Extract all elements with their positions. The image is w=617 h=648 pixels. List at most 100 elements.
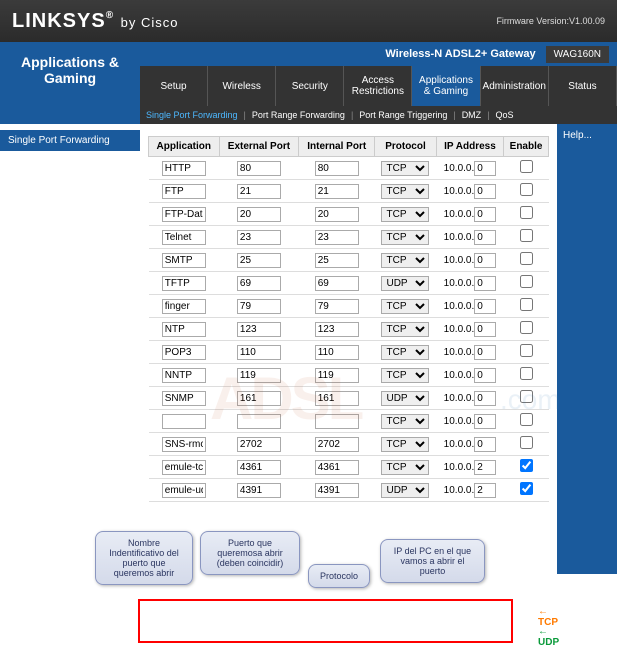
tab-applications-gaming[interactable]: Applications & Gaming [412, 66, 480, 106]
internal-port-input[interactable] [315, 207, 359, 222]
application-input[interactable] [162, 253, 206, 268]
external-port-input[interactable] [237, 414, 281, 429]
protocol-select[interactable]: TCP [381, 414, 429, 429]
external-port-input[interactable] [237, 299, 281, 314]
external-port-input[interactable] [237, 322, 281, 337]
subtab-port-range-forwarding[interactable]: Port Range Forwarding [252, 110, 345, 120]
ip-last-octet-input[interactable] [474, 322, 496, 337]
ip-last-octet-input[interactable] [474, 345, 496, 360]
ip-last-octet-input[interactable] [474, 276, 496, 291]
protocol-select[interactable]: UDP [381, 483, 429, 498]
internal-port-input[interactable] [315, 437, 359, 452]
application-input[interactable] [162, 483, 206, 498]
ip-last-octet-input[interactable] [474, 253, 496, 268]
enable-checkbox[interactable] [520, 459, 533, 472]
external-port-input[interactable] [237, 184, 281, 199]
internal-port-input[interactable] [315, 391, 359, 406]
enable-checkbox[interactable] [520, 413, 533, 426]
application-input[interactable] [162, 391, 206, 406]
internal-port-input[interactable] [315, 322, 359, 337]
application-input[interactable] [162, 161, 206, 176]
application-input[interactable] [162, 322, 206, 337]
ip-last-octet-input[interactable] [474, 161, 496, 176]
subtab-port-range-triggering[interactable]: Port Range Triggering [359, 110, 447, 120]
enable-checkbox[interactable] [520, 252, 533, 265]
enable-checkbox[interactable] [520, 436, 533, 449]
application-input[interactable] [162, 184, 206, 199]
protocol-select[interactable]: TCP [381, 184, 429, 199]
tab-status[interactable]: Status [549, 66, 617, 106]
help-panel[interactable]: Help... [557, 124, 617, 574]
protocol-select[interactable]: UDP [381, 276, 429, 291]
protocol-select[interactable]: TCP [381, 460, 429, 475]
subtab-single-port-forwarding[interactable]: Single Port Forwarding [146, 110, 238, 120]
ip-last-octet-input[interactable] [474, 391, 496, 406]
tab-access-restrictions[interactable]: Access Restrictions [344, 66, 412, 106]
enable-checkbox[interactable] [520, 275, 533, 288]
application-input[interactable] [162, 207, 206, 222]
tab-administration[interactable]: Administration [481, 66, 549, 106]
enable-checkbox[interactable] [520, 390, 533, 403]
ip-last-octet-input[interactable] [474, 299, 496, 314]
external-port-input[interactable] [237, 391, 281, 406]
protocol-select[interactable]: TCP [381, 161, 429, 176]
application-input[interactable] [162, 299, 206, 314]
ip-last-octet-input[interactable] [474, 230, 496, 245]
ip-last-octet-input[interactable] [474, 414, 496, 429]
protocol-select[interactable]: TCP [381, 345, 429, 360]
ip-last-octet-input[interactable] [474, 483, 496, 498]
internal-port-input[interactable] [315, 345, 359, 360]
external-port-input[interactable] [237, 460, 281, 475]
application-input[interactable] [162, 460, 206, 475]
tab-wireless[interactable]: Wireless [208, 66, 276, 106]
external-port-input[interactable] [237, 345, 281, 360]
protocol-select[interactable]: UDP [381, 391, 429, 406]
ip-last-octet-input[interactable] [474, 368, 496, 383]
internal-port-input[interactable] [315, 299, 359, 314]
external-port-input[interactable] [237, 276, 281, 291]
application-input[interactable] [162, 276, 206, 291]
enable-checkbox[interactable] [520, 321, 533, 334]
enable-checkbox[interactable] [520, 482, 533, 495]
ip-last-octet-input[interactable] [474, 184, 496, 199]
enable-checkbox[interactable] [520, 183, 533, 196]
external-port-input[interactable] [237, 483, 281, 498]
tab-security[interactable]: Security [276, 66, 344, 106]
enable-checkbox[interactable] [520, 344, 533, 357]
internal-port-input[interactable] [315, 161, 359, 176]
application-input[interactable] [162, 414, 206, 429]
application-input[interactable] [162, 368, 206, 383]
protocol-select[interactable]: TCP [381, 207, 429, 222]
internal-port-input[interactable] [315, 483, 359, 498]
internal-port-input[interactable] [315, 414, 359, 429]
subtab-qos[interactable]: QoS [496, 110, 514, 120]
internal-port-input[interactable] [315, 184, 359, 199]
internal-port-input[interactable] [315, 460, 359, 475]
protocol-select[interactable]: TCP [381, 368, 429, 383]
protocol-select[interactable]: TCP [381, 253, 429, 268]
ip-last-octet-input[interactable] [474, 207, 496, 222]
enable-checkbox[interactable] [520, 298, 533, 311]
application-input[interactable] [162, 345, 206, 360]
protocol-select[interactable]: TCP [381, 437, 429, 452]
application-input[interactable] [162, 230, 206, 245]
protocol-select[interactable]: TCP [381, 230, 429, 245]
enable-checkbox[interactable] [520, 229, 533, 242]
external-port-input[interactable] [237, 161, 281, 176]
subtab-dmz[interactable]: DMZ [462, 110, 482, 120]
external-port-input[interactable] [237, 368, 281, 383]
application-input[interactable] [162, 437, 206, 452]
external-port-input[interactable] [237, 207, 281, 222]
internal-port-input[interactable] [315, 230, 359, 245]
enable-checkbox[interactable] [520, 160, 533, 173]
tab-setup[interactable]: Setup [140, 66, 208, 106]
internal-port-input[interactable] [315, 253, 359, 268]
protocol-select[interactable]: TCP [381, 322, 429, 337]
internal-port-input[interactable] [315, 368, 359, 383]
enable-checkbox[interactable] [520, 206, 533, 219]
ip-last-octet-input[interactable] [474, 460, 496, 475]
internal-port-input[interactable] [315, 276, 359, 291]
external-port-input[interactable] [237, 437, 281, 452]
external-port-input[interactable] [237, 230, 281, 245]
protocol-select[interactable]: TCP [381, 299, 429, 314]
